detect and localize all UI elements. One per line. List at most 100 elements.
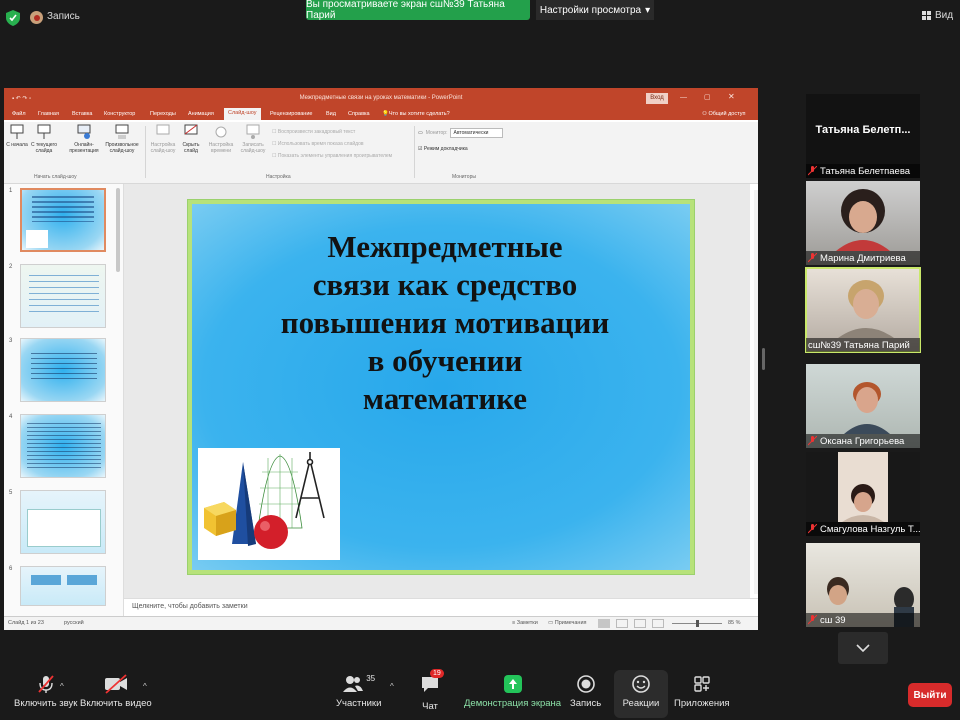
security-shield-icon[interactable] <box>6 10 20 26</box>
start-video-button[interactable]: Включить видео <box>80 674 152 709</box>
from-start-button[interactable]: С начала <box>6 124 28 148</box>
participant-name: Татьяна Белетпаева <box>820 165 911 177</box>
play-narrations-checkbox[interactable]: ☐ Воспроизвести закадровый текст <box>272 126 392 138</box>
show-controls-checkbox[interactable]: ☐ Показать элементы управления проигрыва… <box>272 150 392 162</box>
presenter-view-label: Режим докладчика <box>423 146 468 152</box>
hide-slide-label: Скрыть слайд <box>182 142 200 154</box>
notes-field[interactable]: Щелкните, чтобы добавить заметки <box>124 598 758 616</box>
tab-home[interactable]: Главная <box>38 111 59 117</box>
current-slide[interactable]: Межпредметные связи как средство повышен… <box>188 200 694 574</box>
setup-slideshow-button[interactable]: Настройка слайд-шоу <box>148 124 178 154</box>
slide-scrollbar[interactable] <box>754 190 758 594</box>
close-icon[interactable]: ✕ <box>728 92 735 101</box>
participant-tile[interactable]: Смагулова Назгуль Т... <box>806 452 920 536</box>
presenter-view-checkbox[interactable]: ☑ Режим докладчика <box>418 146 468 152</box>
recording-label[interactable]: Запись <box>47 11 80 22</box>
participants-label: Участники <box>336 698 382 709</box>
record-slideshow-button[interactable]: Записать слайд-шоу <box>238 124 268 154</box>
tab-slideshow[interactable]: Слайд-шоу <box>224 108 261 120</box>
tab-view[interactable]: Вид <box>326 111 336 117</box>
thumbnail-image <box>26 230 48 248</box>
slide-number: 3 <box>9 338 13 344</box>
view-options-label: Настройки просмотра <box>539 4 642 16</box>
notes-toggle[interactable]: ≡ Заметки <box>512 620 538 626</box>
show-controls-label: Показать элементы управления проигрывате… <box>277 153 393 159</box>
video-options-chevron-icon[interactable]: ^ <box>143 682 147 691</box>
slide-number: 5 <box>9 490 13 496</box>
tab-insert[interactable]: Вставка <box>72 111 92 117</box>
zoom-slider-thumb[interactable] <box>696 620 699 627</box>
participants-button[interactable]: 35 Участники <box>336 674 381 709</box>
share-screen-button[interactable]: Демонстрация экрана <box>464 674 561 709</box>
tab-help[interactable]: Справка <box>348 111 370 117</box>
thumbnail-text-lines <box>32 196 94 222</box>
comments-toggle[interactable]: ▭ Примечания <box>548 620 587 626</box>
chevron-down-icon: ▾ <box>645 4 651 16</box>
slide-title-line: повышения мотивации <box>280 305 610 340</box>
more-participants-button[interactable] <box>838 632 888 664</box>
apps-button[interactable]: Приложения <box>674 674 730 709</box>
slide-title[interactable]: Межпредметные связи как средство повышен… <box>192 228 698 418</box>
unmute-button[interactable]: Включить звук <box>14 674 77 709</box>
chat-button[interactable]: 19 Чат <box>420 669 444 712</box>
reactions-button[interactable]: Реакции <box>614 670 668 718</box>
thumbnail-text-lines <box>31 353 97 383</box>
thumbnail-table <box>29 275 99 315</box>
rehearse-button[interactable]: Настройка времени <box>206 124 236 154</box>
tab-design[interactable]: Конструктор <box>104 111 135 117</box>
participant-tile[interactable]: Оксана Григорьева <box>806 364 920 448</box>
hide-slide-button[interactable]: Скрыть слайд <box>180 124 202 154</box>
participant-name: Марина Дмитриева <box>820 252 906 264</box>
panel-resize-handle[interactable] <box>762 348 765 370</box>
monitor-selector[interactable]: ▭ Монитор: Автоматически <box>418 128 504 138</box>
geometry-shapes-illustration[interactable] <box>198 448 340 560</box>
tab-transitions[interactable]: Переходы <box>150 111 176 117</box>
slide-thumbnail[interactable] <box>20 264 106 328</box>
ppt-status-bar: Слайд 1 из 23 русский ≡ Заметки ▭ Примеч… <box>4 616 758 630</box>
signin-button[interactable]: Вход <box>646 93 668 104</box>
slide-number: 6 <box>9 566 13 572</box>
slide-thumbnail[interactable] <box>20 490 106 554</box>
slide-thumbnail[interactable] <box>20 566 106 606</box>
view-options-dropdown[interactable]: Настройки просмотра ▾ <box>536 0 654 20</box>
apps-label: Приложения <box>674 698 730 709</box>
tab-review[interactable]: Рецензирование <box>270 111 312 117</box>
tell-me-search[interactable]: 💡Что вы хотите сделать? <box>382 111 450 117</box>
maximize-icon[interactable]: ▢ <box>704 93 711 101</box>
slide-thumbnail[interactable] <box>20 338 106 402</box>
participant-name-bar: сш№39 Татьяна Парий <box>806 338 920 352</box>
share-button[interactable]: ⚇ Общий доступ <box>702 111 745 117</box>
normal-view-icon[interactable] <box>598 619 610 628</box>
slideshow-start-icon <box>10 124 24 139</box>
mic-muted-icon <box>808 524 817 534</box>
view-button[interactable]: Вид <box>922 10 953 21</box>
record-button[interactable]: Запись <box>570 674 601 709</box>
tab-file[interactable]: Файл <box>12 111 26 117</box>
thumbnail-scrollbar[interactable] <box>116 188 120 272</box>
slide-thumbnail[interactable] <box>20 188 106 252</box>
from-current-button[interactable]: С текущего слайда <box>30 124 58 154</box>
slide-thumbnail[interactable] <box>20 414 106 478</box>
participant-tile-active-speaker[interactable]: сш№39 Татьяна Парий <box>805 267 921 353</box>
minimize-icon[interactable]: — <box>680 94 687 101</box>
participants-chevron-icon[interactable]: ^ <box>390 682 394 691</box>
ppt-title-bar: ▪ ↶ ↷ ▫ Межпредметные связи на уроках ма… <box>4 88 758 110</box>
slideshow-view-icon[interactable] <box>652 619 664 628</box>
language-indicator[interactable]: русский <box>64 620 84 626</box>
custom-slideshow-button[interactable]: Произвольное слайд-шоу <box>102 124 142 154</box>
tab-animations[interactable]: Анимация <box>188 111 214 117</box>
participant-tile[interactable]: Марина Дмитриева <box>806 181 920 265</box>
reading-view-icon[interactable] <box>634 619 646 628</box>
share-label: Общий доступ <box>708 111 746 117</box>
ppt-window-title: Межпредметные связи на уроках математики… <box>299 95 463 101</box>
participant-tile[interactable]: сш 39 <box>806 543 920 627</box>
audio-options-chevron-icon[interactable]: ^ <box>60 682 64 691</box>
slide-sorter-icon[interactable] <box>616 619 628 628</box>
online-presentation-button[interactable]: Онлайн-презентация <box>66 124 102 154</box>
ppt-menu-tabs: Файл Главная Вставка Конструктор Переход… <box>4 108 758 120</box>
use-timings-checkbox[interactable]: ☐ Использовать время показа слайдов <box>272 138 392 150</box>
participant-name: сш№39 Татьяна Парий <box>808 339 910 351</box>
zoom-level[interactable]: 85 % <box>728 620 741 626</box>
leave-meeting-button[interactable]: Выйти <box>908 683 952 707</box>
participant-tile[interactable]: Татьяна Белетп... Татьяна Белетпаева <box>806 94 920 178</box>
